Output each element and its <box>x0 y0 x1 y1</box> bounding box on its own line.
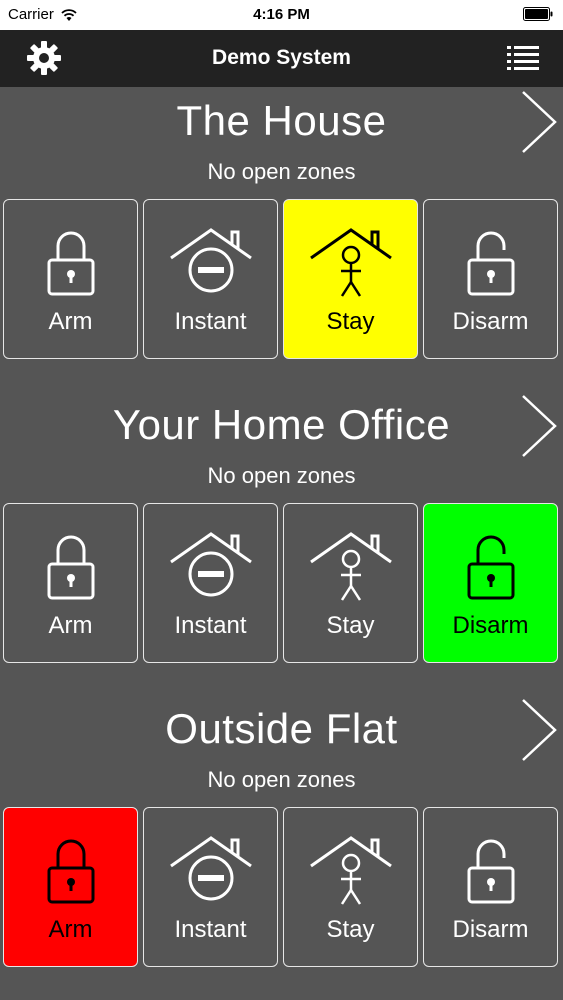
status-bar: Carrier 4:16 PM <box>0 0 563 30</box>
lock-open-icon <box>446 828 536 908</box>
lock-closed-icon <box>26 220 116 300</box>
stay-button[interactable]: Stay <box>283 503 418 663</box>
house-person-icon <box>306 828 396 908</box>
lock-open-icon <box>446 220 536 300</box>
instant-label: Instant <box>174 308 247 335</box>
house-minus-icon <box>166 220 256 300</box>
area-name: Your Home Office <box>112 401 451 448</box>
chevron-right-icon[interactable] <box>519 697 559 763</box>
area-status: No open zones <box>207 159 356 184</box>
arm-label: Arm <box>48 916 93 943</box>
instant-label: Instant <box>174 612 247 639</box>
arm-label: Arm <box>48 308 93 335</box>
battery-icon <box>523 7 553 21</box>
list-icon[interactable] <box>507 44 539 72</box>
nav-title: Demo System <box>212 46 351 69</box>
mode-buttons: Arm Instant Stay Disarm <box>3 503 561 667</box>
nav-bar: Demo System <box>0 30 563 87</box>
lock-open-icon <box>446 524 536 604</box>
chevron-right-icon[interactable] <box>519 393 559 459</box>
disarm-label: Disarm <box>452 612 529 639</box>
disarm-button[interactable]: Disarm <box>423 807 558 967</box>
area-panel: Outside Flat No open zones Arm Instant S… <box>0 695 563 999</box>
disarm-button[interactable]: Disarm <box>423 199 558 359</box>
arm-button[interactable]: Arm <box>3 199 138 359</box>
stay-button[interactable]: Stay <box>283 199 418 359</box>
stay-label: Stay <box>326 612 375 639</box>
arm-button[interactable]: Arm <box>3 503 138 663</box>
disarm-label: Disarm <box>452 916 529 943</box>
lock-closed-icon <box>26 828 116 908</box>
disarm-label: Disarm <box>452 308 529 335</box>
house-person-icon <box>306 220 396 300</box>
instant-label: Instant <box>174 916 247 943</box>
area-status: No open zones <box>207 463 356 488</box>
area-panel: Your Home Office No open zones Arm Insta… <box>0 391 563 695</box>
stay-label: Stay <box>326 916 375 943</box>
house-minus-icon <box>166 828 256 908</box>
area-name: The House <box>176 97 387 144</box>
status-time: 4:16 PM <box>253 6 310 23</box>
lock-closed-icon <box>26 524 116 604</box>
area-status: No open zones <box>207 767 356 792</box>
area-panel: The House No open zones Arm Instant Stay… <box>0 87 563 391</box>
arm-label: Arm <box>48 612 93 639</box>
mode-buttons: Arm Instant Stay Disarm <box>3 807 561 971</box>
area-name: Outside Flat <box>165 705 398 752</box>
instant-button[interactable]: Instant <box>143 199 278 359</box>
house-minus-icon <box>166 524 256 604</box>
stay-label: Stay <box>326 308 375 335</box>
mode-buttons: Arm Instant Stay Disarm <box>3 199 561 363</box>
disarm-button[interactable]: Disarm <box>423 503 558 663</box>
instant-button[interactable]: Instant <box>143 503 278 663</box>
arm-button[interactable]: Arm <box>3 807 138 967</box>
chevron-right-icon[interactable] <box>519 89 559 155</box>
house-person-icon <box>306 524 396 604</box>
instant-button[interactable]: Instant <box>143 807 278 967</box>
stay-button[interactable]: Stay <box>283 807 418 967</box>
